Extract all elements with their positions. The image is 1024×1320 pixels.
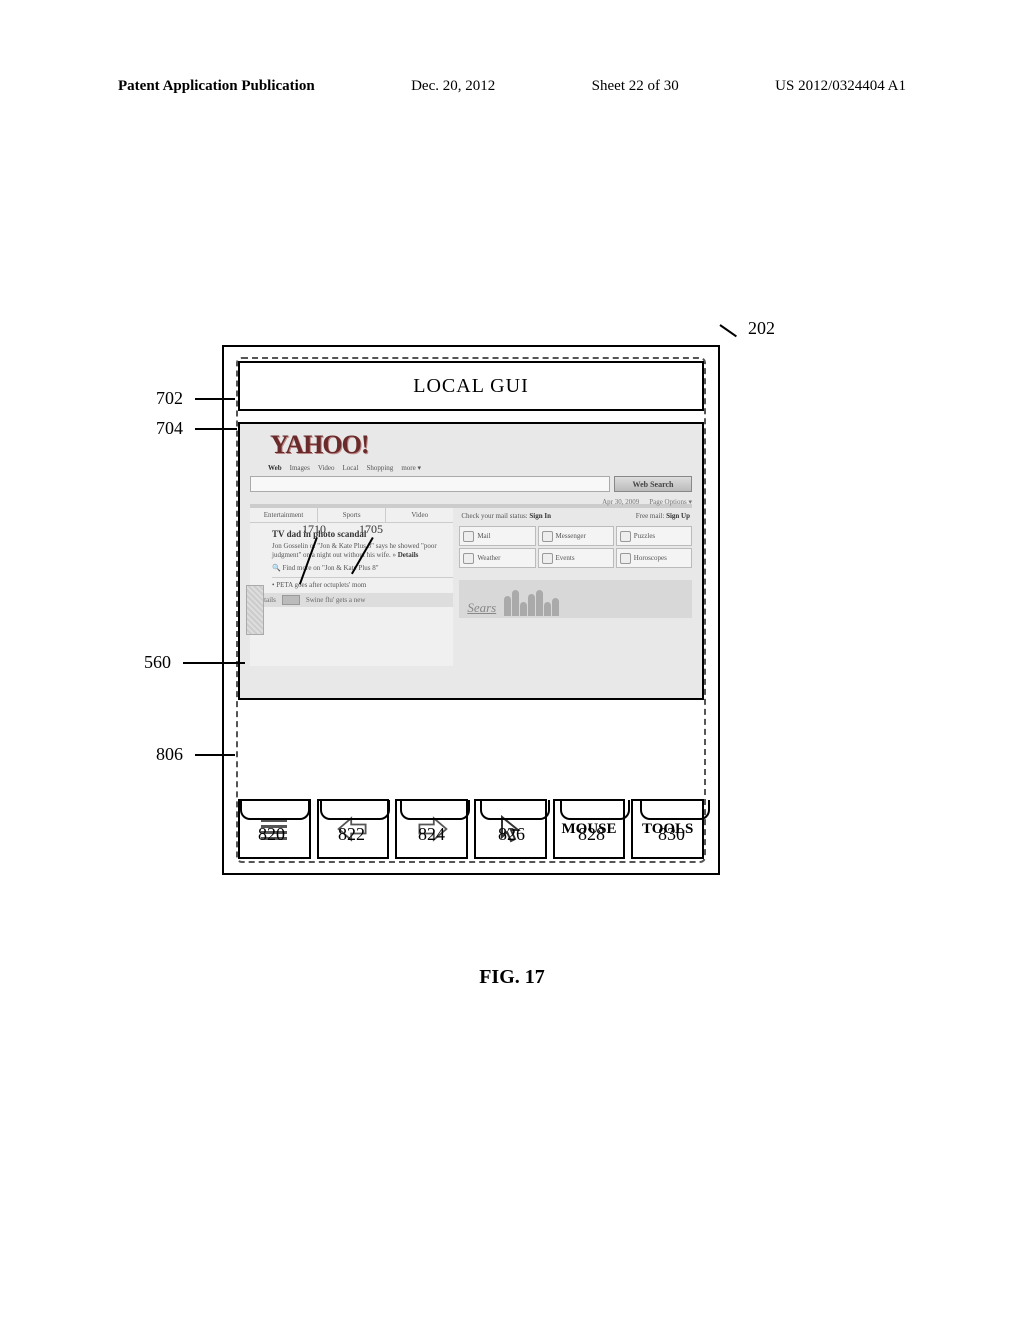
brace-820 (240, 800, 310, 820)
news-tab-video[interactable]: Video (386, 508, 453, 522)
ad-silhouette-icon (504, 590, 559, 616)
tab-video[interactable]: Video (318, 464, 335, 472)
ref-824: 824 (418, 824, 445, 845)
tab-shopping[interactable]: Shopping (366, 464, 393, 472)
ref-560: 560 (144, 652, 171, 673)
leader-704 (195, 428, 237, 430)
brace-826 (480, 800, 550, 820)
story-details-link[interactable]: Details (398, 551, 419, 559)
story-footer: Details Swine flu' gets a new (250, 593, 453, 607)
story-findmore[interactable]: 🔍 Find more on "Jon & Kate Plus 8" (272, 564, 447, 573)
device-frame: LOCAL GUI YAHOO! Web Images Video Local … (222, 345, 720, 875)
tab-images[interactable]: Images (290, 464, 310, 472)
sign-in-link[interactable]: Sign In (529, 512, 551, 520)
sears-logo: Sears (467, 600, 496, 616)
leader-560 (183, 662, 245, 664)
brace-830 (640, 800, 710, 820)
search-input[interactable] (250, 476, 610, 492)
mail-icon (463, 531, 474, 542)
tile-weather[interactable]: Weather (459, 548, 535, 568)
tile-puzzles[interactable]: Puzzles (616, 526, 692, 546)
events-icon (542, 553, 553, 564)
pub-number: US 2012/0324404 A1 (775, 78, 906, 95)
mail-status-label: Check your mail status: (461, 512, 527, 520)
news-tab-entertainment[interactable]: Entertainment (250, 508, 318, 522)
yahoo-logo[interactable]: YAHOO! (270, 430, 692, 460)
brace-822 (320, 800, 390, 820)
ad-banner[interactable]: Sears (459, 580, 692, 618)
tab-web[interactable]: Web (268, 464, 282, 472)
story-thumbnail (246, 585, 264, 635)
ref-820: 820 (258, 824, 285, 845)
pub-sheet: Sheet 22 of 30 (592, 78, 679, 95)
ref-822: 822 (338, 824, 365, 845)
yahoo-search-tabs[interactable]: Web Images Video Local Shopping more ▾ (268, 464, 702, 472)
brace-824 (400, 800, 470, 820)
sign-up-link[interactable]: Sign Up (666, 512, 690, 520)
tab-more[interactable]: more ▾ (401, 464, 421, 472)
footer-headline[interactable]: Swine flu' gets a new (306, 596, 366, 604)
ref-1710: 1710 (302, 522, 326, 537)
ref-826: 826 (498, 824, 525, 845)
ref-806: 806 (156, 744, 183, 765)
news-tab-sports[interactable]: Sports (318, 508, 386, 522)
leader-702 (195, 398, 235, 400)
ref-1705: 1705 (359, 522, 383, 537)
local-gui-title: LOCAL GUI (413, 375, 528, 398)
ref-702: 702 (156, 388, 183, 409)
messenger-icon (542, 531, 553, 542)
leader-202 (719, 324, 737, 337)
services-column: Check your mail status: Sign In Free mai… (459, 508, 692, 666)
ref-202: 202 (748, 318, 775, 339)
tile-mail[interactable]: Mail (459, 526, 535, 546)
pub-date: Dec. 20, 2012 (411, 78, 495, 95)
pub-label: Patent Application Publication (118, 78, 315, 95)
weather-icon (463, 553, 474, 564)
ref-828: 828 (578, 824, 605, 845)
free-mail-label: Free mail: (636, 512, 665, 520)
page-header: Patent Application Publication Dec. 20, … (118, 78, 906, 95)
local-gui-titlebar: LOCAL GUI (238, 361, 704, 411)
tab-local[interactable]: Local (343, 464, 359, 472)
web-search-button[interactable]: Web Search (614, 476, 692, 492)
tile-horoscopes[interactable]: Horoscopes (616, 548, 692, 568)
puzzles-icon (620, 531, 631, 542)
header-date: Apr 30, 2009 (602, 498, 639, 502)
horoscopes-icon (620, 553, 631, 564)
footer-thumb-icon (282, 595, 300, 605)
tile-events[interactable]: Events (538, 548, 614, 568)
news-column: Entertainment Sports Video TV dad in pho… (250, 508, 453, 666)
leader-806 (195, 754, 235, 756)
page-options-link[interactable]: Page Options ▾ (649, 498, 692, 502)
ref-830: 830 (658, 824, 685, 845)
ref-704: 704 (156, 418, 183, 439)
figure-label: FIG. 17 (0, 966, 1024, 989)
brace-828 (560, 800, 630, 820)
tile-messenger[interactable]: Messenger (538, 526, 614, 546)
